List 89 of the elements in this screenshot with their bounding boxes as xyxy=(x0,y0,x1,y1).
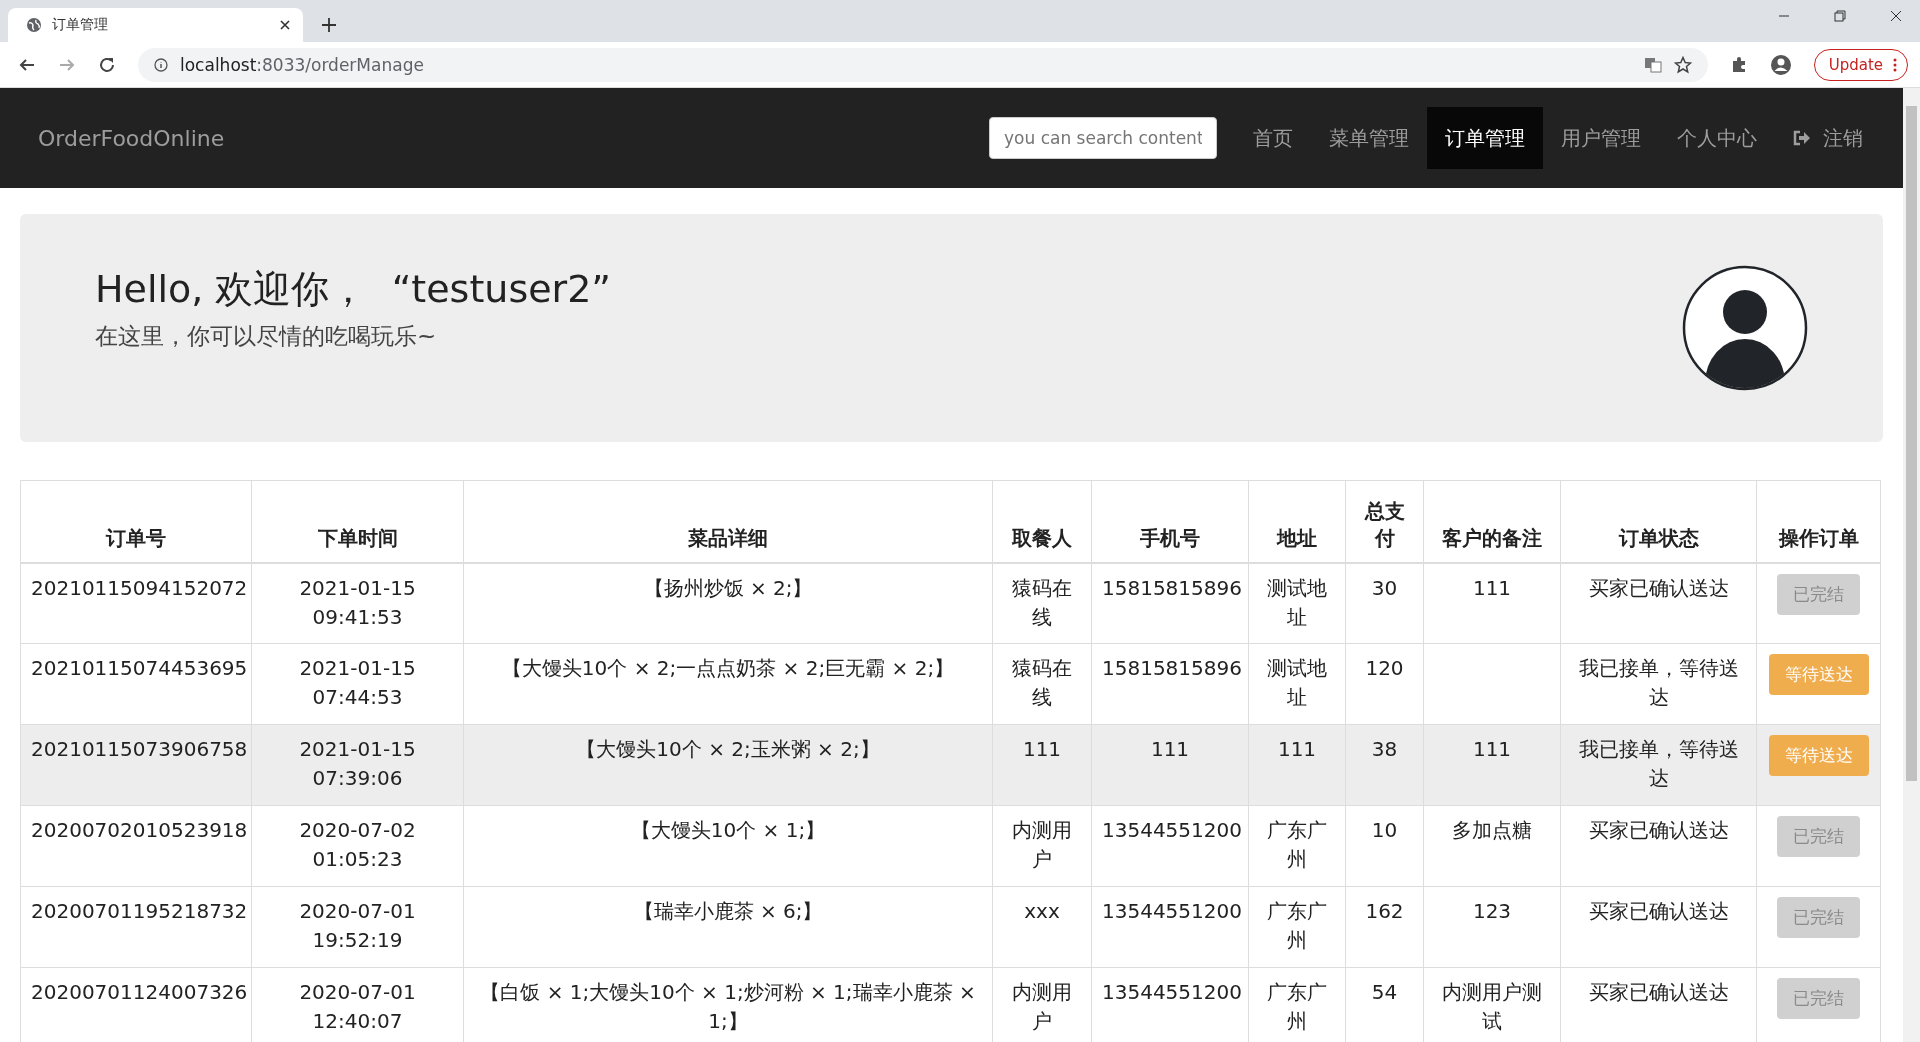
table-cell: 2020-07-02 01:05:23 xyxy=(251,805,464,887)
restore-icon[interactable] xyxy=(1834,10,1846,22)
table-cell: 广东广州 xyxy=(1248,886,1346,968)
column-header: 菜品详细 xyxy=(463,480,993,563)
table-cell: 20210115074453695 xyxy=(20,643,252,725)
table-row[interactable]: 20210115073906758 2021-01-15 07:39:06 【大馒头10个 × 2;玉米粥 × 2;】 111 111 111 38 111 我已接单，等待送达 等待送达 xyxy=(20,724,1881,806)
table-cell: 测试地址 xyxy=(1248,643,1346,725)
table-cell: 123 xyxy=(1423,886,1561,968)
column-header: 订单状态 xyxy=(1560,480,1757,563)
table-cell: 15815815896 xyxy=(1091,562,1249,644)
table-cell: 买家已确认送达 xyxy=(1560,886,1757,968)
table-cell: 猿码在线 xyxy=(992,643,1092,725)
table-cell: 多加点糖 xyxy=(1423,805,1561,887)
table-cell: 【扬州炒饭 × 2;】 xyxy=(463,562,993,644)
table-cell: 20200701124007326 xyxy=(20,967,252,1042)
column-header: 客户的备注 xyxy=(1423,480,1561,563)
table-cell: 111 xyxy=(1423,724,1561,806)
table-cell: 我已接单，等待送达 xyxy=(1560,643,1757,725)
table-row[interactable]: 20200702010523918 2020-07-02 01:05:23 【大馒头10个 × 1;】 内测用户 13544551200 广东广州 10 多加点糖 买家已确认送达 已完结 xyxy=(20,805,1881,887)
table-cell: 广东广州 xyxy=(1248,805,1346,887)
table-cell: 【大馒头10个 × 2;一点点奶茶 × 2;巨无霸 × 2;】 xyxy=(463,643,993,725)
profile-icon[interactable] xyxy=(1769,53,1792,76)
table-cell: 20200701195218732 xyxy=(20,886,252,968)
table-row[interactable]: 20210115074453695 2021-01-15 07:44:53 【大馒头10个 × 2;一点点奶茶 × 2;巨无霸 × 2;】 猿码在线 15815815896 测试地址 120 我已接单，等待送达 等待送达 xyxy=(20,643,1881,725)
table-cell: 猿码在线 xyxy=(992,562,1092,644)
column-header: 操作订单 xyxy=(1756,480,1881,563)
column-header: 总支付 xyxy=(1345,480,1424,563)
table-cell: 13544551200 xyxy=(1091,886,1249,968)
nav-link[interactable]: 菜单管理 xyxy=(1311,88,1427,188)
brand-link[interactable]: OrderFoodOnline xyxy=(38,125,225,151)
nav-link[interactable]: 首页 xyxy=(1235,88,1311,188)
url-text: localhost:8033/orderManage xyxy=(180,54,424,75)
welcome-subtitle: 在这里，你可以尽情的吃喝玩乐~ xyxy=(95,322,438,351)
table-cell: 111 xyxy=(1248,724,1346,806)
table-cell: 2021-01-15 07:44:53 xyxy=(251,643,464,725)
table-cell: 内测用户 xyxy=(992,805,1092,887)
table-cell: 我已接单，等待送达 xyxy=(1560,724,1757,806)
column-header: 取餐人 xyxy=(992,480,1092,563)
nav-link[interactable]: 用户管理 xyxy=(1543,88,1659,188)
table-cell: 15815815896 xyxy=(1091,643,1249,725)
logout-icon xyxy=(1793,130,1811,146)
translate-icon[interactable] xyxy=(1643,55,1662,74)
browser-tab[interactable]: 订单管理 xyxy=(8,8,303,42)
table-cell: 120 xyxy=(1345,643,1424,725)
table-cell: 13544551200 xyxy=(1091,805,1249,887)
tab-title: 订单管理 xyxy=(52,16,109,34)
table-row[interactable]: 20200701124007326 2020-07-01 12:40:07 【白饭 × 1;大馒头10个 × 1;炒河粉 × 1;瑞幸小鹿茶 × 1;】 内测用户 13544551200 广东广州 54 内测用户测试 买家已确认送达 已完结 xyxy=(20,967,1881,1042)
table-cell: 10 xyxy=(1345,805,1424,887)
table-cell: 【大馒头10个 × 2;玉米粥 × 2;】 xyxy=(463,724,993,806)
more-icon xyxy=(1893,57,1897,72)
table-cell: 20210115073906758 xyxy=(20,724,252,806)
new-tab-icon[interactable] xyxy=(321,17,337,33)
table-cell: 【大馒头10个 × 1;】 xyxy=(463,805,993,887)
globe-icon xyxy=(26,17,42,33)
table-cell: 买家已确认送达 xyxy=(1560,562,1757,644)
nav-link[interactable]: 订单管理 xyxy=(1427,107,1543,169)
table-cell: 162 xyxy=(1345,886,1424,968)
update-button[interactable]: Update xyxy=(1813,48,1908,81)
table-cell: 2021-01-15 07:39:06 xyxy=(251,724,464,806)
address-bar[interactable]: localhost:8033/orderManage xyxy=(138,47,1708,82)
table-cell: 20200702010523918 xyxy=(20,805,252,887)
table-cell: 111 xyxy=(992,724,1092,806)
info-icon xyxy=(154,57,168,72)
reload-icon[interactable] xyxy=(98,55,116,74)
logout-link[interactable]: 注销 xyxy=(1775,88,1881,188)
table-cell: xxx xyxy=(992,886,1092,968)
table-row[interactable]: 20210115094152072 2021-01-15 09:41:53 【扬州炒饭 × 2;】 猿码在线 15815815896 测试地址 30 111 买家已确认送达 已完结 xyxy=(20,562,1881,644)
table-cell: 30 xyxy=(1345,562,1424,644)
avatar-icon xyxy=(1682,265,1808,391)
table-cell: 111 xyxy=(1091,724,1249,806)
table-cell: 2020-07-01 19:52:19 xyxy=(251,886,464,968)
scrollbar[interactable] xyxy=(1903,88,1920,1042)
table-row[interactable]: 20200701195218732 2020-07-01 19:52:19 【瑞幸小鹿茶 × 6;】 xxx 13544551200 广东广州 162 123 买家已确认送达 已完结 xyxy=(20,886,1881,968)
table-cell: 测试地址 xyxy=(1248,562,1346,644)
table-cell: 【瑞幸小鹿茶 × 6;】 xyxy=(463,886,993,968)
column-header: 下单时间 xyxy=(251,480,464,563)
column-header: 订单号 xyxy=(20,480,252,563)
close-icon[interactable] xyxy=(279,19,291,31)
column-header: 地址 xyxy=(1248,480,1346,563)
nav-link[interactable]: 个人中心 xyxy=(1659,88,1775,188)
column-header: 手机号 xyxy=(1091,480,1249,563)
table-cell: 111 xyxy=(1423,562,1561,644)
table-cell: 20210115094152072 xyxy=(20,562,252,644)
table-cell: 2021-01-15 09:41:53 xyxy=(251,562,464,644)
table-cell: 买家已确认送达 xyxy=(1560,805,1757,887)
table-cell: 38 xyxy=(1345,724,1424,806)
close-icon[interactable] xyxy=(1890,10,1902,22)
welcome-title: Hello, 欢迎你， “testuser2” xyxy=(95,266,613,313)
star-icon[interactable] xyxy=(1673,55,1692,74)
